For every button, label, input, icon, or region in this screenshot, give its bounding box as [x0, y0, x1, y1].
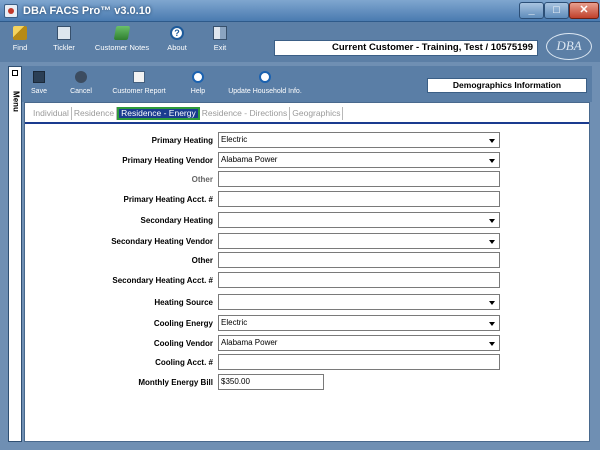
- cooling-acct-label: Cooling Acct. #: [155, 358, 213, 367]
- cancel-label: Cancel: [70, 88, 92, 95]
- tab-residence-directions[interactable]: Residence - Directions: [200, 107, 291, 120]
- tab-strip: Individual Residence Residence - Energy …: [31, 107, 344, 121]
- update-household-label: Update Household Info.: [228, 88, 302, 95]
- primary-heating-label: Primary Heating: [151, 136, 213, 145]
- secondary-heating-acct-label: Secondary Heating Acct. #: [112, 276, 213, 285]
- heating-source-label: Heating Source: [154, 298, 213, 307]
- help-button[interactable]: Help: [188, 71, 208, 95]
- customer-report-button[interactable]: Customer Report: [112, 71, 166, 95]
- pin-icon[interactable]: [12, 70, 18, 76]
- minimize-button[interactable]: _: [519, 2, 544, 19]
- update-household-button[interactable]: Update Household Info.: [228, 71, 302, 95]
- cooling-vendor-label: Cooling Vendor: [153, 339, 213, 348]
- side-menu[interactable]: Menu: [8, 66, 22, 442]
- customer-report-label: Customer Report: [112, 88, 166, 95]
- primary-other-input[interactable]: [218, 171, 500, 187]
- monthly-energy-bill-label: Monthly Energy Bill: [138, 378, 213, 387]
- help-icon: ?: [170, 26, 184, 40]
- secondary-heating-vendor-label: Secondary Heating Vendor: [111, 237, 213, 246]
- save-button[interactable]: Save: [28, 71, 50, 95]
- tickler-icon: [57, 26, 71, 40]
- secondary-other-label: Other: [191, 256, 213, 265]
- notes-icon: [113, 26, 131, 40]
- primary-heating-vendor-label: Primary Heating Vendor: [122, 156, 213, 165]
- close-button[interactable]: ✕: [569, 2, 599, 19]
- secondary-heating-vendor-select[interactable]: [218, 233, 500, 249]
- secondary-other-input[interactable]: [218, 252, 500, 268]
- title-bar: DBA FACS Pro™ v3.0.10 _ □ ✕: [0, 0, 600, 22]
- tab-individual[interactable]: Individual: [31, 107, 72, 120]
- primary-heating-vendor-select[interactable]: Alabama Power: [218, 152, 500, 168]
- dba-logo: DBA: [546, 33, 592, 60]
- current-customer-display: Current Customer - Training, Test / 1057…: [274, 40, 538, 56]
- exit-button[interactable]: Exit: [208, 26, 232, 52]
- find-icon: [13, 26, 27, 40]
- find-button[interactable]: Find: [6, 26, 34, 52]
- customer-notes-label: Customer Notes: [94, 43, 150, 52]
- help-label: Help: [190, 88, 206, 95]
- cooling-vendor-select[interactable]: Alabama Power: [218, 335, 500, 351]
- report-icon: [133, 71, 145, 83]
- secondary-heating-label: Secondary Heating: [140, 216, 213, 225]
- tab-geographics[interactable]: Geographics: [290, 107, 344, 120]
- tab-residence-energy[interactable]: Residence - Energy: [117, 107, 200, 120]
- secondary-heating-acct-input[interactable]: [218, 272, 500, 288]
- tab-underline: [25, 122, 589, 124]
- cooling-acct-input[interactable]: [218, 354, 500, 370]
- help-icon: [192, 71, 204, 83]
- cancel-button[interactable]: Cancel: [68, 71, 94, 95]
- primary-other-label: Other: [191, 175, 213, 184]
- about-button[interactable]: ? About: [163, 26, 191, 52]
- about-label: About: [167, 43, 187, 52]
- section-title: Demographics Information: [427, 78, 587, 93]
- tickler-button[interactable]: Tickler: [48, 26, 80, 52]
- demographics-panel: Individual Residence Residence - Energy …: [24, 102, 590, 442]
- save-icon: [33, 71, 45, 83]
- exit-label: Exit: [213, 43, 227, 52]
- menu-label: Menu: [11, 91, 21, 112]
- monthly-energy-bill-input[interactable]: $350.00: [218, 374, 324, 390]
- window-title: DBA FACS Pro™ v3.0.10: [23, 5, 151, 17]
- cooling-energy-select[interactable]: Electric: [218, 315, 500, 331]
- heating-source-select[interactable]: [218, 294, 500, 310]
- secondary-heating-select[interactable]: [218, 212, 500, 228]
- find-label: Find: [12, 43, 28, 52]
- save-label: Save: [31, 88, 47, 95]
- maximize-button[interactable]: □: [544, 2, 569, 19]
- primary-heating-select[interactable]: Electric: [218, 132, 500, 148]
- update-icon: [259, 71, 271, 83]
- tab-residence[interactable]: Residence: [72, 107, 118, 120]
- customer-notes-button[interactable]: Customer Notes: [92, 26, 152, 52]
- exit-icon: [213, 26, 227, 40]
- tickler-label: Tickler: [53, 43, 75, 52]
- cooling-energy-label: Cooling Energy: [153, 319, 213, 328]
- app-icon: [4, 4, 18, 18]
- primary-heating-acct-input[interactable]: [218, 191, 500, 207]
- cancel-icon: [75, 71, 87, 83]
- primary-heating-acct-label: Primary Heating Acct. #: [123, 195, 213, 204]
